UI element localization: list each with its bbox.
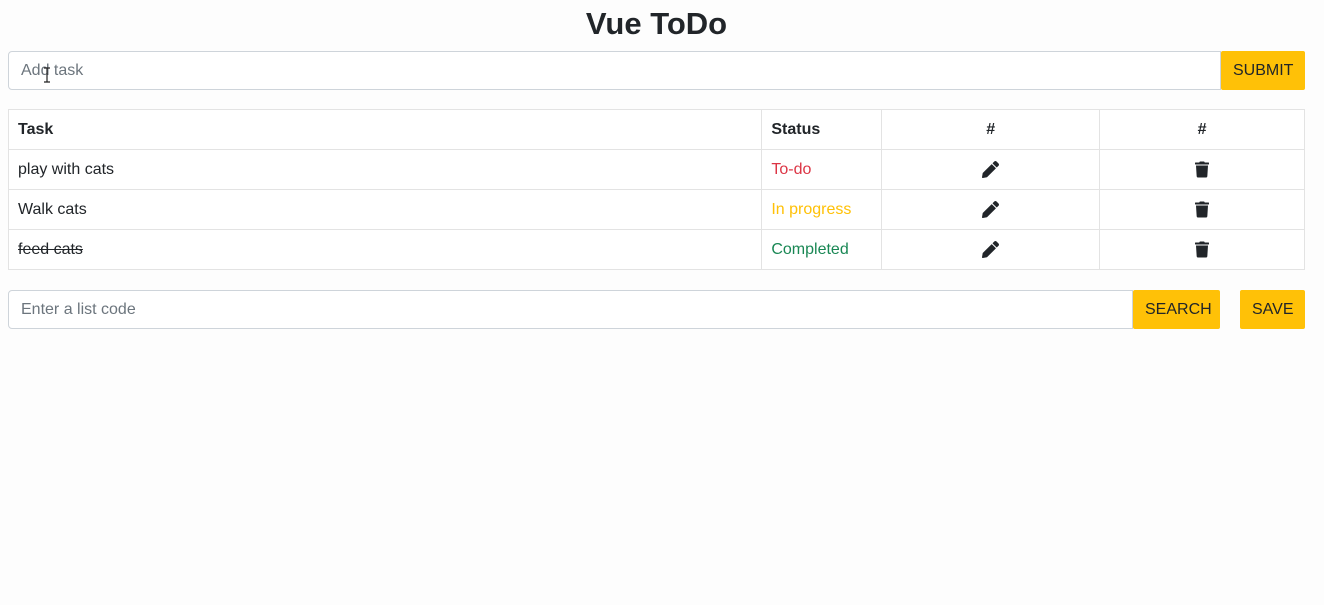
trash-icon[interactable] — [1195, 201, 1210, 218]
submit-button[interactable]: SUBMIT — [1221, 51, 1305, 90]
list-code-form: SEARCH SAVE — [8, 290, 1305, 329]
add-task-input[interactable] — [8, 51, 1221, 90]
column-header-status: Status — [761, 109, 883, 150]
pencil-icon[interactable] — [982, 160, 1000, 178]
table-row: feed cats Completed — [7, 229, 1305, 270]
table-header-row: Task Status # # — [7, 109, 1305, 150]
trash-icon[interactable] — [1195, 241, 1210, 258]
delete-cell — [1099, 149, 1305, 190]
delete-cell — [1099, 189, 1305, 230]
add-task-form: SUBMIT — [8, 51, 1305, 90]
task-name: play with cats — [7, 149, 763, 190]
edit-cell — [881, 229, 1101, 270]
column-header-edit: # — [881, 109, 1101, 150]
column-header-delete: # — [1099, 109, 1305, 150]
edit-cell — [881, 149, 1101, 190]
save-button[interactable]: SAVE — [1240, 290, 1305, 329]
column-header-task: Task — [7, 109, 763, 150]
task-status[interactable]: To-do — [761, 149, 883, 190]
task-status[interactable]: In progress — [761, 189, 883, 230]
search-button[interactable]: SEARCH — [1133, 290, 1220, 329]
trash-icon[interactable] — [1195, 161, 1210, 178]
button-spacer — [1220, 290, 1240, 329]
list-code-input[interactable] — [8, 290, 1133, 329]
task-name: Walk cats — [7, 189, 763, 230]
tasks-table: Task Status # # play with cats To-do Wal… — [7, 109, 1305, 270]
delete-cell — [1099, 229, 1305, 270]
task-name: feed cats — [7, 229, 763, 270]
task-status[interactable]: Completed — [761, 229, 883, 270]
pencil-icon[interactable] — [982, 240, 1000, 258]
pencil-icon[interactable] — [982, 200, 1000, 218]
table-row: play with cats To-do — [7, 149, 1305, 190]
table-row: Walk cats In progress — [7, 189, 1305, 230]
page-title: Vue ToDo — [585, 6, 728, 41]
edit-cell — [881, 189, 1101, 230]
